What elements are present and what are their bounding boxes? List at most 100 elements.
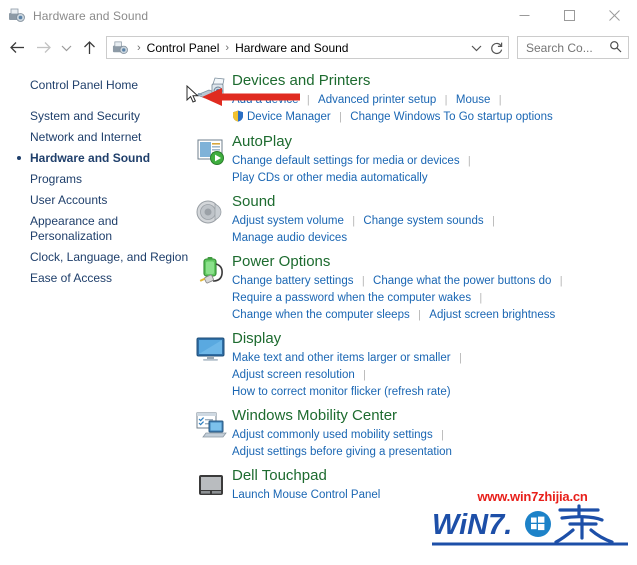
breadcrumb-item-control-panel[interactable]: Control Panel [146, 41, 221, 55]
category-title-windows-mobility-center[interactable]: Windows Mobility Center [232, 406, 397, 425]
category-devices-and-printers: Devices and Printers Add a device | Adva… [190, 71, 637, 126]
category-windows-mobility-center: Windows Mobility Center Adjust commonly … [190, 406, 637, 460]
sidebar-item-control-panel-home[interactable]: Control Panel Home [0, 75, 190, 96]
link-device-manager[interactable]: Device Manager [247, 109, 331, 125]
search-icon[interactable] [609, 40, 622, 56]
link-advanced-printer-setup[interactable]: Advanced printer setup [318, 92, 436, 108]
devices-printers-icon [8, 7, 25, 24]
sound-icon [190, 192, 232, 246]
sidebar-item-programs[interactable]: Programs [0, 169, 190, 190]
category-title-power-options[interactable]: Power Options [232, 252, 330, 271]
category-links: Change default settings for media or dev… [232, 152, 637, 186]
up-button[interactable] [76, 35, 102, 61]
category-body: Devices and Printers Add a device | Adva… [232, 71, 637, 126]
link-separator: | [479, 292, 483, 304]
minimize-button[interactable] [502, 0, 547, 31]
close-button[interactable] [592, 0, 637, 31]
link-adjust-commonly-used-mobility-settings[interactable]: Adjust commonly used mobility settings [232, 427, 433, 443]
category-body: AutoPlay Change default settings for med… [232, 132, 637, 186]
link-launch-mouse-control-panel[interactable]: Launch Mouse Control Panel [232, 487, 380, 503]
sidebar-item-hardware-and-sound[interactable]: Hardware and Sound [0, 148, 190, 169]
link-change-battery-settings[interactable]: Change battery settings [232, 273, 353, 289]
breadcrumb-separator: › [225, 41, 230, 54]
link-change-default-settings-for-media-or-devices[interactable]: Change default settings for media or dev… [232, 153, 460, 169]
sidebar-item-network-and-internet[interactable]: Network and Internet [0, 127, 190, 148]
link-separator: | [361, 275, 365, 287]
category-title-devices-and-printers[interactable]: Devices and Printers [232, 71, 370, 90]
category-dell-touchpad: Dell Touchpad Launch Mouse Control Panel [190, 466, 637, 503]
sidebar-item-appearance-and-personalization[interactable]: Appearance and Personalization [0, 211, 190, 247]
link-add-a-device[interactable]: Add a device [232, 92, 299, 108]
category-title-dell-touchpad[interactable]: Dell Touchpad [232, 466, 327, 485]
sidebar-item-clock-language-and-region[interactable]: Clock, Language, and Region [0, 247, 190, 268]
link-adjust-settings-before-giving-a-presentation[interactable]: Adjust settings before giving a presenta… [232, 444, 452, 460]
forward-button[interactable] [30, 35, 56, 61]
link-adjust-system-volume[interactable]: Adjust system volume [232, 213, 344, 229]
category-title-autoplay[interactable]: AutoPlay [232, 132, 292, 151]
link-row: Adjust screen resolution | [232, 366, 637, 383]
link-separator: | [458, 352, 462, 364]
link-separator: | [306, 94, 310, 106]
recent-locations-button[interactable] [56, 35, 76, 61]
link-require-a-password-when-the-computer-wakes[interactable]: Require a password when the computer wak… [232, 290, 471, 306]
breadcrumb-separator: › [137, 41, 141, 54]
link-separator: | [559, 275, 563, 287]
link-change-when-the-computer-sleeps[interactable]: Change when the computer sleeps [232, 307, 410, 323]
link-how-to-correct-monitor-flicker[interactable]: How to correct monitor flicker (refresh … [232, 384, 451, 400]
category-list: Devices and Printers Add a device | Adva… [190, 64, 637, 565]
back-button[interactable] [4, 35, 30, 61]
category-sound: Sound Adjust system volume | Change syst… [190, 192, 637, 246]
category-links: Add a device | Advanced printer setup | … [232, 91, 637, 126]
link-change-what-the-power-buttons-do[interactable]: Change what the power buttons do [373, 273, 551, 289]
category-body: Dell Touchpad Launch Mouse Control Panel [232, 466, 637, 503]
link-row: Adjust settings before giving a presenta… [232, 443, 637, 460]
link-play-cds-or-other-media-automatically[interactable]: Play CDs or other media automatically [232, 170, 428, 186]
link-mouse[interactable]: Mouse [456, 92, 491, 108]
refresh-button[interactable] [485, 36, 509, 59]
breadcrumb[interactable]: › Control Panel › Hardware and Sound [106, 36, 486, 59]
category-body: Windows Mobility Center Adjust commonly … [232, 406, 637, 460]
link-separator: | [467, 155, 471, 167]
sidebar: Control Panel Home System and Security N… [0, 64, 190, 565]
category-body: Power Options Change battery settings | … [232, 252, 637, 323]
breadcrumb-control-panel-icon [112, 40, 128, 56]
link-row: Launch Mouse Control Panel [232, 486, 637, 503]
link-row: Adjust system volume | Change system sou… [232, 212, 637, 229]
search-input[interactable] [524, 39, 608, 56]
link-change-windows-to-go-startup-options[interactable]: Change Windows To Go startup options [350, 109, 552, 125]
category-links: Adjust commonly used mobility settings |… [232, 426, 637, 460]
window-title: Hardware and Sound [33, 8, 149, 23]
sidebar-item-user-accounts[interactable]: User Accounts [0, 190, 190, 211]
link-adjust-screen-brightness[interactable]: Adjust screen brightness [429, 307, 555, 323]
link-row: Make text and other items larger or smal… [232, 349, 637, 366]
category-display: Display Make text and other items larger… [190, 329, 637, 400]
link-row: Change default settings for media or dev… [232, 152, 637, 169]
sidebar-item-ease-of-access[interactable]: Ease of Access [0, 268, 190, 289]
category-links: Adjust system volume | Change system sou… [232, 212, 637, 246]
category-title-display[interactable]: Display [232, 329, 281, 348]
link-separator: | [418, 309, 421, 321]
link-separator: | [363, 369, 366, 381]
link-make-text-and-other-items-larger-or-smaller[interactable]: Make text and other items larger or smal… [232, 350, 451, 366]
touchpad-icon [190, 466, 232, 503]
title-bar: Hardware and Sound [0, 0, 637, 31]
search-box[interactable] [517, 36, 629, 59]
category-links: Change battery settings | Change what th… [232, 272, 637, 323]
chevron-down-icon[interactable] [467, 44, 485, 52]
link-change-system-sounds[interactable]: Change system sounds [363, 213, 483, 229]
link-row: Change when the computer sleeps | Adjust… [232, 306, 637, 323]
link-separator: | [339, 111, 342, 123]
link-row: How to correct monitor flicker (refresh … [232, 383, 637, 400]
category-title-sound[interactable]: Sound [232, 192, 275, 211]
link-row: Change battery settings | Change what th… [232, 272, 637, 289]
category-body: Sound Adjust system volume | Change syst… [232, 192, 637, 246]
breadcrumb-item-hardware-and-sound[interactable]: Hardware and Sound [234, 41, 349, 55]
link-manage-audio-devices[interactable]: Manage audio devices [232, 230, 347, 246]
link-separator: | [498, 94, 502, 106]
link-row: Require a password when the computer wak… [232, 289, 637, 306]
link-separator: | [441, 429, 444, 441]
sidebar-item-system-and-security[interactable]: System and Security [0, 106, 190, 127]
maximize-button[interactable] [547, 0, 592, 31]
link-adjust-screen-resolution[interactable]: Adjust screen resolution [232, 367, 355, 383]
address-bar: › Control Panel › Hardware and Sound [0, 31, 637, 64]
